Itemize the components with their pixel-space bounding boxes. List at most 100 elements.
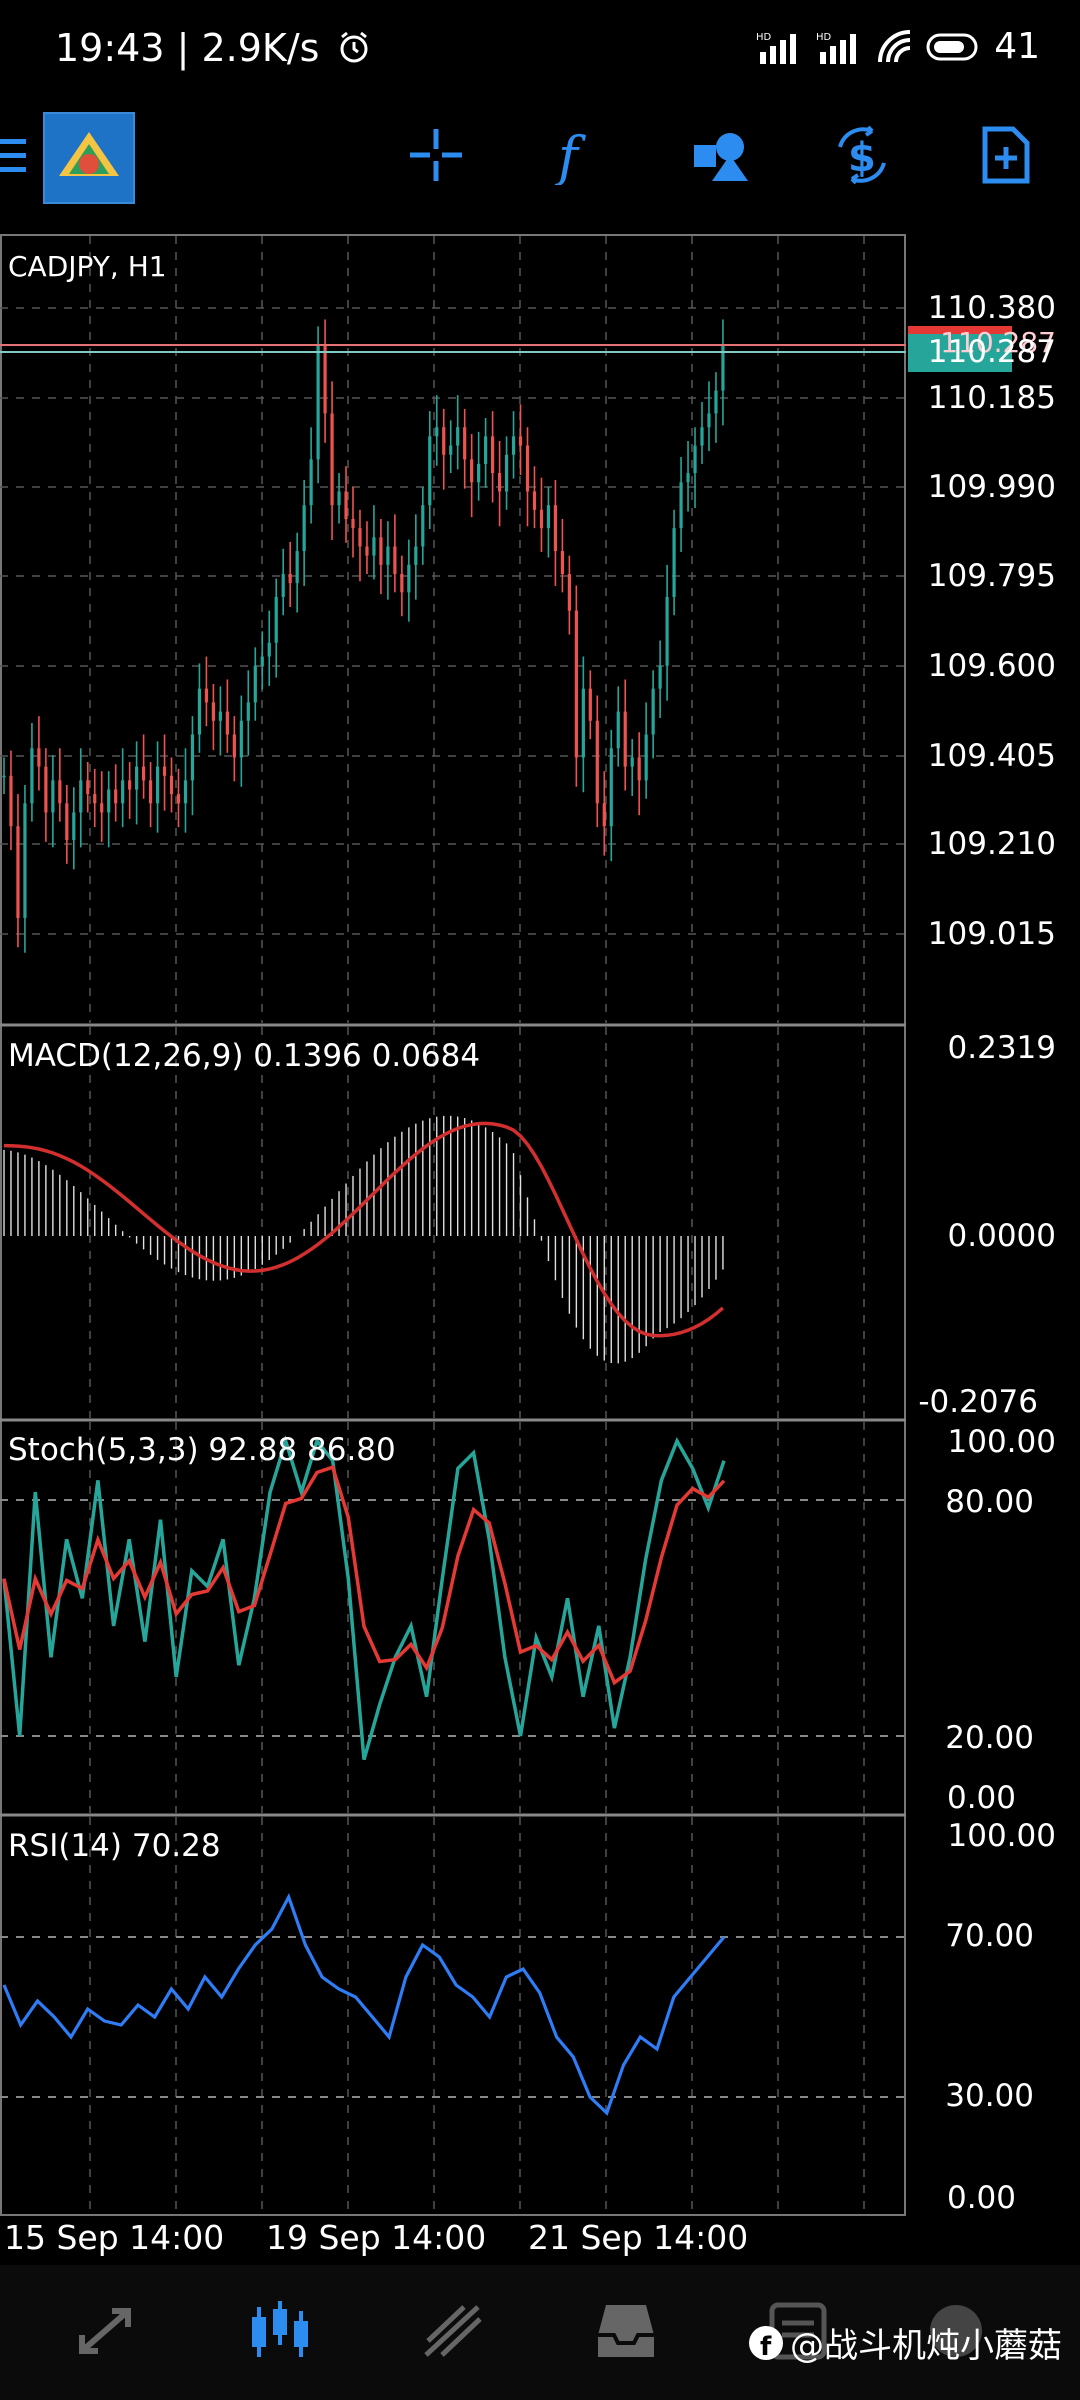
menu-icon[interactable] bbox=[0, 135, 30, 177]
objects-icon[interactable] bbox=[690, 125, 750, 185]
candle-body bbox=[225, 711, 229, 735]
candle-body bbox=[162, 766, 167, 776]
candle-body bbox=[379, 537, 383, 565]
candlestick-series bbox=[2, 319, 725, 953]
candle-body bbox=[260, 656, 264, 666]
candle-body bbox=[553, 505, 558, 552]
chart-icon[interactable] bbox=[244, 2295, 316, 2367]
function-icon[interactable]: f bbox=[548, 125, 608, 185]
candle-body bbox=[665, 596, 669, 666]
price-level-4: 109.795 bbox=[927, 558, 1056, 594]
stoch-series bbox=[2, 1435, 726, 1761]
macd-level-max: 0.2319 bbox=[947, 1030, 1056, 1066]
watermark: f @战斗机炖小蘑菇 bbox=[748, 2318, 1062, 2367]
candle-body bbox=[525, 445, 530, 492]
candle-body bbox=[267, 642, 271, 657]
quotes-icon[interactable] bbox=[72, 2295, 144, 2367]
candle-body bbox=[700, 427, 704, 446]
svg-text:f: f bbox=[554, 125, 586, 185]
wifi-icon bbox=[878, 29, 911, 62]
candle-body bbox=[204, 688, 209, 703]
candle-body bbox=[337, 491, 341, 506]
stoch-main-line bbox=[2, 1435, 726, 1761]
candle-body bbox=[560, 551, 564, 574]
candle-body bbox=[567, 573, 571, 611]
candle-body bbox=[51, 780, 55, 813]
svg-text:HD: HD bbox=[816, 32, 832, 43]
candle-body bbox=[107, 789, 111, 813]
candle-body bbox=[630, 757, 634, 767]
app-logo[interactable] bbox=[43, 112, 135, 204]
metatrader-logo-icon bbox=[45, 114, 133, 202]
svg-text:HD: HD bbox=[756, 32, 772, 43]
price-level-3: 109.990 bbox=[927, 469, 1056, 505]
status-bar: 19:43 | 2.9K/s HD HD 41 bbox=[0, 0, 1080, 105]
rsi-level-70: 70.00 bbox=[945, 1918, 1034, 1954]
price-level-5: 109.600 bbox=[927, 648, 1056, 684]
candle-body bbox=[232, 734, 236, 758]
candle-body bbox=[176, 794, 181, 804]
candle-body bbox=[211, 702, 215, 721]
candle-body bbox=[281, 573, 285, 597]
candle-body bbox=[581, 688, 585, 758]
facebook-icon: f bbox=[749, 2325, 783, 2361]
candle-body bbox=[456, 427, 460, 446]
battery-level: 41 bbox=[994, 26, 1040, 67]
stoch-level-100: 100.00 bbox=[947, 1424, 1056, 1460]
chart-grid bbox=[0, 236, 904, 2213]
chart-area[interactable] bbox=[0, 234, 1080, 2258]
candle-body bbox=[183, 780, 188, 804]
candle-body bbox=[616, 711, 620, 749]
candle-body bbox=[9, 775, 13, 827]
candle-body bbox=[148, 780, 153, 804]
stoch-level-80: 80.00 bbox=[945, 1484, 1034, 1520]
chart-frame-border bbox=[0, 234, 906, 2216]
network-speed: | 2.9K/s bbox=[176, 26, 320, 70]
history-icon[interactable] bbox=[590, 2295, 662, 2367]
candle-body bbox=[609, 748, 613, 827]
candle-body bbox=[169, 775, 174, 795]
candle-body bbox=[574, 610, 578, 758]
candle-body bbox=[16, 826, 20, 918]
candle-body bbox=[518, 436, 523, 446]
rsi-label: RSI(14) 70.28 bbox=[8, 1828, 221, 1864]
candle-body bbox=[393, 546, 397, 574]
watermark-text: @战斗机炖小蘑菇 bbox=[790, 2326, 1062, 2366]
svg-text:f: f bbox=[760, 2332, 772, 2361]
stoch-level-0: 0.00 bbox=[946, 1780, 1016, 1816]
bid-price: 110.287 bbox=[927, 334, 1056, 370]
candle-body bbox=[637, 757, 641, 781]
candle-body bbox=[693, 445, 697, 474]
status-time: 19:43 | 2.9K/s bbox=[55, 26, 372, 70]
trade-nav-icon[interactable] bbox=[418, 2295, 490, 2367]
new-document-icon[interactable] bbox=[975, 125, 1035, 185]
rsi-level-0: 0.00 bbox=[946, 2180, 1016, 2216]
candle-body bbox=[93, 794, 97, 804]
candle-body bbox=[707, 413, 711, 428]
status-indicators: HD HD 41 bbox=[756, 26, 1040, 67]
candle-body bbox=[309, 459, 313, 506]
candle-body bbox=[532, 491, 537, 510]
candle-body bbox=[246, 702, 250, 721]
candle-body bbox=[546, 505, 551, 529]
crosshair-icon[interactable] bbox=[406, 125, 466, 185]
candle-body bbox=[484, 436, 488, 464]
candle-body bbox=[504, 454, 509, 492]
battery-icon bbox=[926, 33, 978, 60]
candle-body bbox=[135, 766, 139, 790]
rsi-line bbox=[2, 1892, 726, 2116]
trade-icon[interactable]: $ bbox=[832, 125, 892, 185]
candle-body bbox=[714, 390, 718, 414]
candle-body bbox=[595, 720, 599, 804]
candle-body bbox=[142, 766, 146, 781]
candle-body bbox=[65, 803, 69, 840]
macd-level-min: -0.2076 bbox=[918, 1384, 1038, 1420]
candle-body bbox=[435, 427, 439, 437]
date-label-1: 15 Sep 14:00 bbox=[4, 2218, 225, 2257]
symbol-label: CADJPY, H1 bbox=[8, 250, 167, 283]
candle-body bbox=[23, 803, 27, 918]
candle-body bbox=[58, 780, 62, 804]
alarm-icon bbox=[340, 31, 368, 63]
candle-body bbox=[100, 803, 104, 813]
candle-body bbox=[316, 344, 320, 460]
